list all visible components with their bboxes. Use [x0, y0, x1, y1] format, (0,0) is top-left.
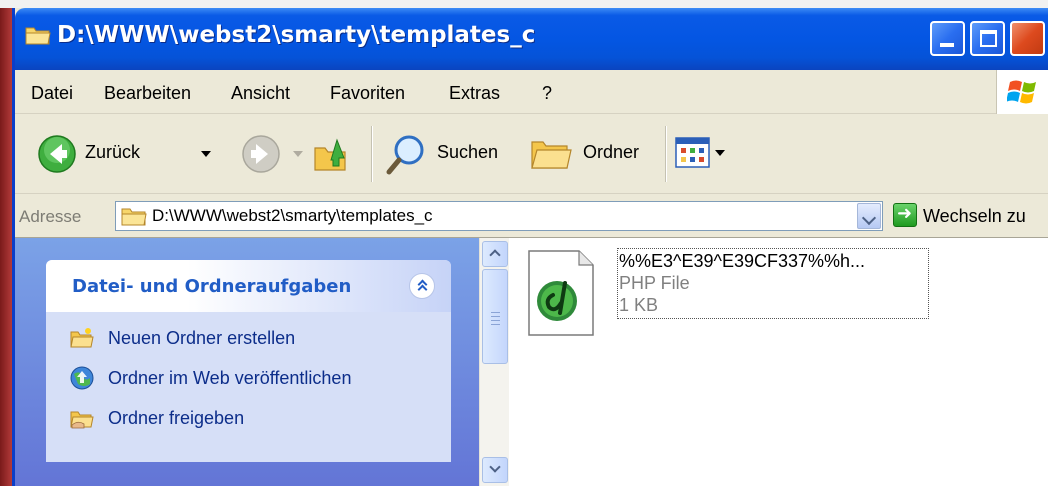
task-item-label: Neuen Ordner erstellen — [108, 328, 296, 348]
new-folder-icon — [70, 328, 94, 348]
toolbar: Zurück Suchen Ordner — [15, 114, 1048, 194]
file-size: 1 KB — [619, 295, 659, 315]
share-folder-icon — [70, 411, 94, 429]
close-button[interactable] — [1010, 21, 1045, 56]
search-button[interactable]: Suchen — [385, 132, 519, 176]
grip-line — [491, 320, 500, 321]
maximize-button[interactable] — [970, 21, 1005, 56]
forward-dropdown-icon[interactable] — [293, 151, 303, 157]
forward-button[interactable] — [241, 134, 303, 174]
folders-button[interactable]: Ordner — [529, 132, 659, 176]
toolbar-separator — [371, 126, 373, 182]
go-arrow-icon[interactable] — [893, 203, 917, 227]
maximize-icon — [980, 30, 997, 47]
views-icon — [675, 137, 710, 168]
address-value: D:\WWW\webst2\smarty\templates_c — [152, 206, 433, 225]
task-panel-title: Datei- und Ordneraufgaben — [72, 276, 352, 297]
back-arrow-icon — [38, 135, 76, 173]
views-button[interactable] — [675, 136, 735, 174]
chevron-up-icon — [489, 249, 501, 261]
scroll-up-button[interactable] — [482, 241, 508, 267]
menu-ansicht[interactable]: Ansicht — [231, 83, 290, 104]
back-label: Zurück — [85, 142, 141, 162]
chevron-down-icon — [489, 461, 501, 473]
explorer-window: D:\WWW\webst2\smarty\templates_c Datei B… — [12, 8, 1048, 486]
back-button[interactable]: Zurück — [37, 134, 227, 174]
collapse-button[interactable] — [409, 273, 435, 299]
grip-line — [491, 312, 500, 313]
search-icon — [386, 135, 424, 175]
address-bar: Adresse D:\WWW\webst2\smarty\templates_c… — [15, 194, 1048, 238]
menu-favoriten[interactable]: Favoriten — [330, 83, 405, 104]
task-panel: Datei- und Ordneraufgaben Neuen Ordner e — [46, 260, 451, 462]
menu-help[interactable]: ? — [542, 83, 552, 104]
minimize-button[interactable] — [930, 21, 965, 56]
file-type: PHP File — [619, 273, 690, 293]
up-folder-icon[interactable] — [311, 134, 351, 174]
chevron-up-icon — [417, 284, 428, 295]
vertical-scrollbar[interactable] — [479, 238, 509, 486]
grip-line — [491, 324, 500, 325]
menu-bar: Datei Bearbeiten Ansicht Favoriten Extra… — [15, 70, 1048, 114]
windows-flag-icon — [1007, 80, 1036, 104]
folder-icon — [121, 208, 147, 226]
address-dropdown-button[interactable] — [857, 203, 881, 229]
window-title: D:\WWW\webst2\smarty\templates_c — [57, 22, 536, 48]
windows-logo — [996, 70, 1048, 114]
file-list: %%E3^E39^E39CF337%%h... PHP File 1 KB — [509, 238, 1048, 486]
views-dropdown-icon[interactable] — [715, 150, 725, 156]
menu-extras[interactable]: Extras — [449, 83, 500, 104]
dreamweaver-php-file-icon — [528, 250, 594, 336]
title-bar[interactable]: D:\WWW\webst2\smarty\templates_c — [15, 8, 1048, 70]
task-item-label: Ordner freigeben — [108, 408, 245, 428]
menu-datei[interactable]: Datei — [31, 83, 73, 104]
scroll-down-button[interactable] — [482, 457, 508, 483]
forward-arrow-icon — [242, 135, 280, 173]
file-label: %%E3^E39^E39CF337%%h... PHP File 1 KB — [617, 248, 929, 319]
publish-web-icon — [70, 366, 94, 390]
file-name: %%E3^E39^E39CF337%%h... — [619, 251, 866, 271]
address-label: Adresse — [19, 207, 82, 226]
content-area: Datei- und Ordneraufgaben Neuen Ordner e — [15, 238, 1048, 486]
minimize-icon — [940, 43, 954, 47]
grip-line — [491, 316, 500, 317]
search-label: Suchen — [437, 142, 499, 162]
scrollbar-thumb[interactable] — [482, 269, 508, 364]
back-dropdown-icon[interactable] — [201, 151, 211, 157]
desktop-edge — [0, 0, 12, 486]
folders-icon — [531, 141, 572, 169]
address-input[interactable]: D:\WWW\webst2\smarty\templates_c — [115, 201, 883, 231]
task-panel-header[interactable]: Datei- und Ordneraufgaben — [46, 260, 451, 312]
go-button[interactable]: Wechseln zu — [923, 206, 1026, 227]
menu-bearbeiten[interactable]: Bearbeiten — [104, 83, 191, 104]
task-item-label: Ordner im Web veröffentlichen — [108, 368, 352, 388]
folder-icon — [25, 27, 51, 45]
folders-label: Ordner — [583, 142, 640, 162]
desktop-top-edge — [0, 0, 1048, 8]
task-pane: Datei- und Ordneraufgaben Neuen Ordner e — [15, 238, 479, 486]
toolbar-separator — [665, 126, 667, 182]
